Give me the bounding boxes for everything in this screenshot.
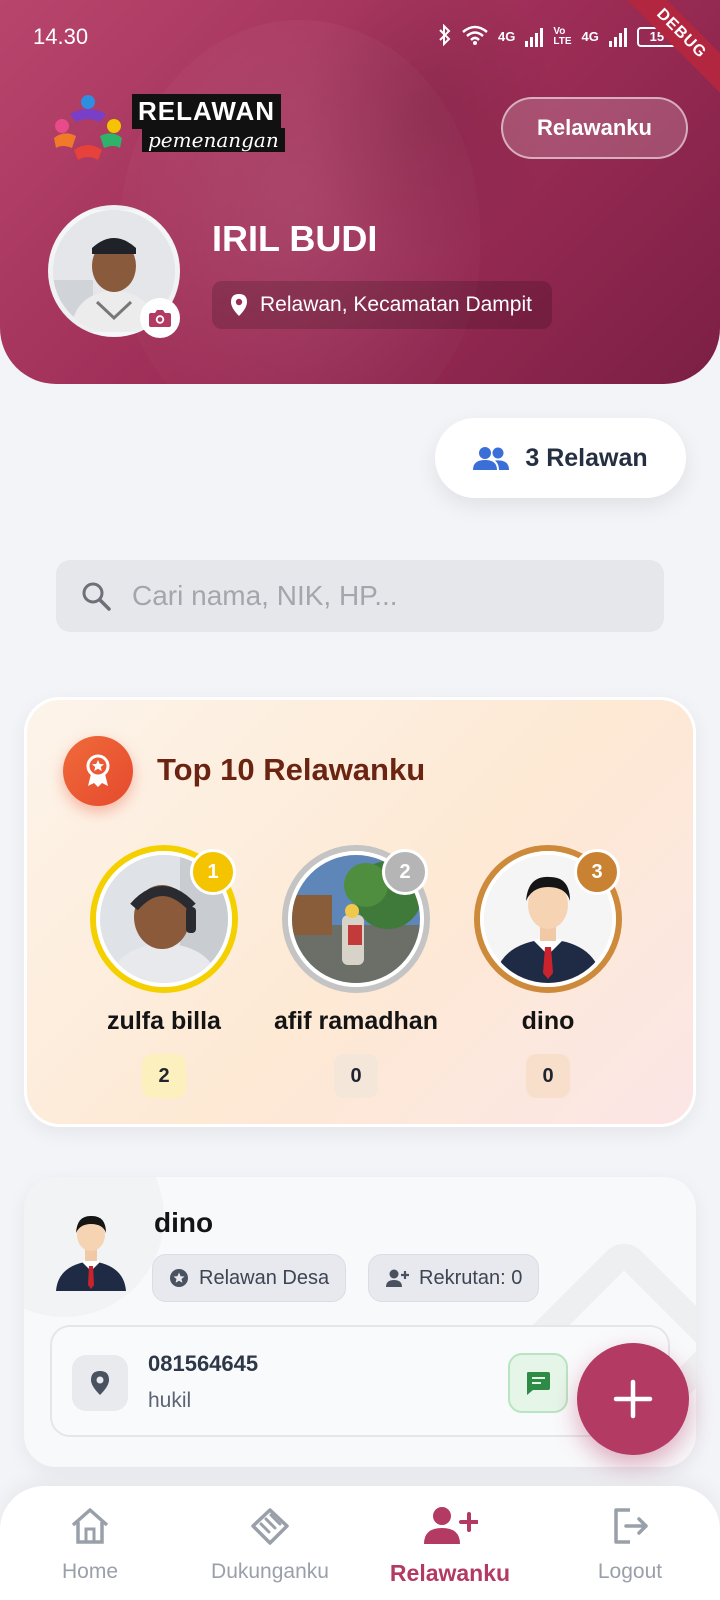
nav-item-relawanku[interactable]: Relawanku (360, 1504, 540, 1587)
recruits-chip: Rekrutan: 0 (368, 1254, 540, 1302)
star-badge-icon (170, 1269, 188, 1287)
network-label-1: 4G (498, 29, 516, 44)
signal-icon-2 (608, 27, 627, 47)
home-icon (71, 1508, 109, 1544)
nav-item-logout[interactable]: Logout (540, 1504, 720, 1584)
podium-avatar-1: 1 (90, 845, 238, 993)
podium-item-rank-1[interactable]: 1 zulfa billa 2 (64, 845, 264, 1098)
relawanku-header-button[interactable]: Relawanku (501, 97, 688, 159)
nav-item-dukunganku[interactable]: Dukunganku (180, 1504, 360, 1584)
network-label-2: 4G (581, 29, 599, 44)
logo-text-secondary: pemenangan (142, 128, 285, 152)
logout-icon (614, 1508, 648, 1544)
profile-header: 14.30 4G Vo LTE 4G 15 DEBUG RELAWAN peme… (0, 0, 720, 384)
group-icon (473, 447, 510, 470)
nav-label-home: Home (61, 1560, 119, 1583)
logo-text-primary: RELAWAN (132, 94, 281, 129)
logo-people-icon (54, 95, 122, 160)
podium-count-3: 0 (526, 1054, 570, 1098)
member-contact-box: 081564645 hukil (50, 1325, 670, 1437)
nav-item-home[interactable]: Home (0, 1504, 180, 1584)
role-chip-label: Relawan Desa (199, 1266, 330, 1289)
message-button[interactable] (508, 1353, 568, 1413)
recruits-chip-label: Rekrutan: 0 (419, 1266, 523, 1289)
app-logo: RELAWAN pemenangan (50, 90, 285, 160)
podium-avatar-3: 3 (474, 845, 622, 993)
wifi-icon (462, 25, 488, 48)
location-pin-icon (231, 294, 247, 316)
profile-location-chip: Relawan, Kecamatan Dampit (212, 281, 552, 329)
volte-label: Vo LTE (553, 25, 572, 47)
role-chip: Relawan Desa (152, 1254, 347, 1302)
bluetooth-icon (438, 23, 452, 49)
podium-name-2: afif ramadhan (274, 1007, 438, 1035)
location-pin-box (72, 1355, 128, 1411)
member-name: dino (154, 1207, 214, 1238)
podium-name-3: dino (521, 1007, 575, 1035)
nav-label-logout: Logout (597, 1560, 663, 1583)
member-address: hukil (148, 1389, 192, 1412)
podium-count-1: 2 (142, 1054, 186, 1098)
podium-item-rank-3[interactable]: 3 dino 0 (448, 845, 648, 1098)
rank-badge-3: 3 (574, 849, 620, 895)
podium-avatar-2: 2 (282, 845, 430, 993)
search-bar[interactable] (56, 560, 664, 632)
plus-icon (613, 1379, 653, 1419)
location-pin-icon (91, 1371, 109, 1395)
top-card-title: Top 10 Relawanku (157, 752, 426, 787)
rank-badge-2: 2 (382, 849, 428, 895)
person-add-icon (424, 1507, 478, 1544)
search-input[interactable] (132, 580, 632, 612)
handshake-icon (251, 1508, 289, 1545)
signal-icon (525, 27, 544, 47)
profile-name: IRIL BUDI (212, 218, 378, 259)
profile-role-text: Relawan, Kecamatan Dampit (260, 293, 532, 316)
change-photo-button[interactable] (140, 298, 180, 338)
bottom-navigation: Home Dukunganku Relawanku Logout (0, 1486, 720, 1600)
top-relawan-card: Top 10 Relawanku 1 zulfa billa 2 2 afif … (24, 697, 696, 1127)
award-icon (63, 736, 133, 806)
chat-icon (527, 1372, 550, 1395)
search-icon (76, 576, 116, 616)
nav-label-dukunganku: Dukunganku (211, 1560, 329, 1583)
status-bar: 14.30 4G Vo LTE 4G 15 DEBUG (0, 0, 720, 105)
member-avatar (52, 1205, 130, 1291)
nav-label-relawanku: Relawanku (389, 1560, 511, 1586)
member-phone: 081564645 (148, 1351, 259, 1376)
podium-count-2: 0 (334, 1054, 378, 1098)
status-icons: 4G Vo LTE 4G 15 (438, 23, 677, 49)
camera-icon (149, 310, 171, 327)
podium-name-1: zulfa billa (107, 1007, 221, 1035)
status-time: 14.30 (33, 24, 89, 49)
podium-item-rank-2[interactable]: 2 afif ramadhan 0 (256, 845, 456, 1098)
relawan-count-pill[interactable]: 3 Relawan (435, 418, 686, 498)
relawan-count-label: 3 Relawan (525, 443, 648, 472)
add-relawan-fab[interactable] (577, 1343, 689, 1455)
person-add-icon (386, 1269, 409, 1287)
debug-ribbon: DEBUG (610, 0, 720, 105)
rank-badge-1: 1 (190, 849, 236, 895)
